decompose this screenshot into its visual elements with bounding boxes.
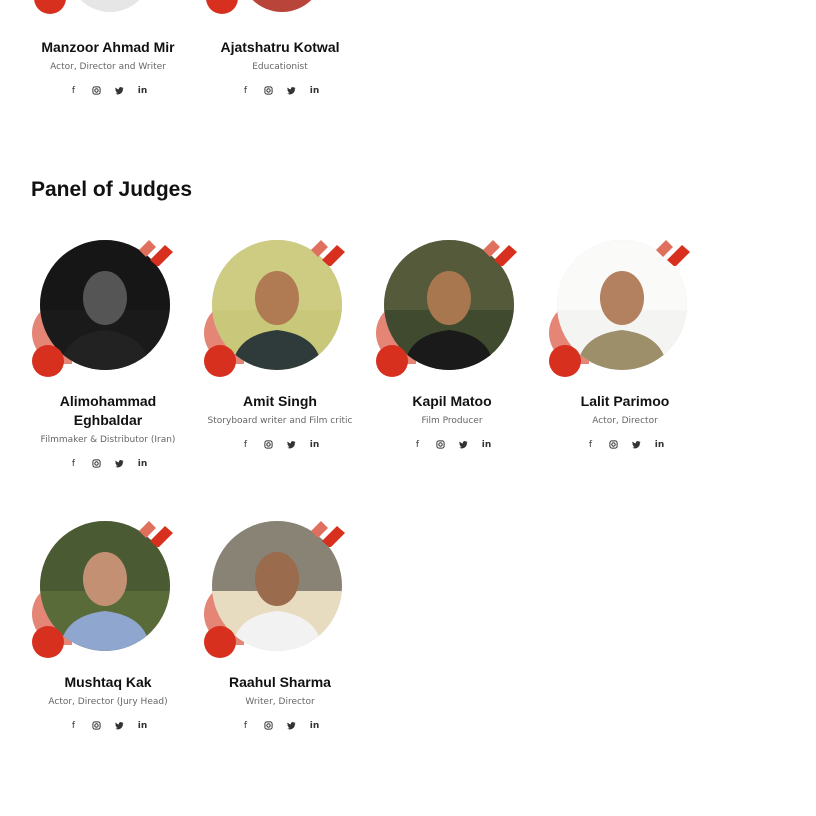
judge-role: Actor, Director <box>592 416 658 426</box>
twitter-icon[interactable] <box>114 85 126 97</box>
judge-photo-frame <box>28 232 188 377</box>
linkedin-icon[interactable]: in <box>481 439 493 451</box>
judge-photo-frame <box>372 232 532 377</box>
accent-chevron-icon <box>311 240 345 266</box>
social-links: f in <box>200 720 360 732</box>
facebook-icon[interactable]: f <box>68 85 80 97</box>
member-role: Actor, Director and Writer <box>50 62 166 72</box>
judge-role: Film Producer <box>421 416 483 426</box>
judge-photo-frame <box>200 513 360 658</box>
instagram-icon[interactable] <box>608 439 620 451</box>
judge-name: Alimohammad Eghbaldar <box>59 393 157 428</box>
linkedin-icon[interactable]: in <box>654 439 666 451</box>
judge-card: Amit Singh Storyboard writer and Film cr… <box>200 232 360 451</box>
instagram-icon[interactable] <box>91 720 103 732</box>
linkedin-icon[interactable]: in <box>309 439 321 451</box>
accent-dot <box>549 345 581 377</box>
team-card: Ajatshatru Kotwal Educationist f in <box>200 0 360 97</box>
accent-chevron-icon <box>139 240 173 266</box>
social-links: f in <box>28 458 188 470</box>
accent-chevron-icon <box>139 521 173 547</box>
accent-chevron-icon <box>311 521 345 547</box>
instagram-icon[interactable] <box>435 439 447 451</box>
judge-name: Lalit Parimoo <box>580 393 670 409</box>
judge-role: Storyboard writer and Film critic <box>207 416 353 426</box>
twitter-icon[interactable] <box>286 720 298 732</box>
facebook-icon[interactable]: f <box>412 439 424 451</box>
instagram-icon[interactable] <box>263 85 275 97</box>
judge-card: Alimohammad Eghbaldar Filmmaker & Distri… <box>28 232 188 470</box>
facebook-icon[interactable]: f <box>240 720 252 732</box>
judge-name: Raahul Sharma <box>229 674 331 690</box>
judge-card: Kapil Matoo Film Producer f in <box>372 232 532 451</box>
social-links: f in <box>372 439 532 451</box>
judge-name: Amit Singh <box>243 393 317 409</box>
instagram-icon[interactable] <box>91 85 103 97</box>
accent-dot <box>32 626 64 658</box>
accent-dot <box>204 626 236 658</box>
judge-role: Actor, Director (Jury Head) <box>48 697 168 707</box>
judge-card: Lalit Parimoo Actor, Director f in <box>545 232 705 451</box>
social-links: f in <box>200 439 360 451</box>
accent-dot <box>34 0 66 14</box>
facebook-icon[interactable]: f <box>68 720 80 732</box>
member-name: Ajatshatru Kotwal <box>220 39 340 55</box>
social-links: f in <box>28 720 188 732</box>
twitter-icon[interactable] <box>458 439 470 451</box>
profile-photo <box>68 0 152 12</box>
judge-photo-frame <box>28 513 188 658</box>
twitter-icon[interactable] <box>114 458 126 470</box>
judge-photo-frame <box>545 232 705 377</box>
linkedin-icon[interactable]: in <box>137 458 149 470</box>
twitter-icon[interactable] <box>631 439 643 451</box>
judge-role: Writer, Director <box>245 697 315 707</box>
accent-dot <box>204 345 236 377</box>
profile-photo <box>240 0 324 12</box>
judge-role: Filmmaker & Distributor (Iran) <box>40 435 176 445</box>
accent-dot <box>376 345 408 377</box>
accent-chevron-icon <box>656 240 690 266</box>
instagram-icon[interactable] <box>263 439 275 451</box>
social-links: f in <box>200 85 360 97</box>
judge-card: Raahul Sharma Writer, Director f in <box>200 513 360 732</box>
facebook-icon[interactable]: f <box>240 85 252 97</box>
facebook-icon[interactable]: f <box>68 458 80 470</box>
judge-name: Mushtaq Kak <box>64 674 152 690</box>
member-name: Manzoor Ahmad Mir <box>41 39 175 55</box>
accent-dot <box>32 345 64 377</box>
team-card: Manzoor Ahmad Mir Actor, Director and Wr… <box>28 0 188 97</box>
twitter-icon[interactable] <box>114 720 126 732</box>
twitter-icon[interactable] <box>286 439 298 451</box>
twitter-icon[interactable] <box>286 85 298 97</box>
accent-chevron-icon <box>483 240 517 266</box>
judge-photo-frame <box>200 232 360 377</box>
judge-card: Mushtaq Kak Actor, Director (Jury Head) … <box>28 513 188 732</box>
instagram-icon[interactable] <box>91 458 103 470</box>
linkedin-icon[interactable]: in <box>137 85 149 97</box>
facebook-icon[interactable]: f <box>240 439 252 451</box>
accent-dot <box>206 0 238 14</box>
social-links: f in <box>28 85 188 97</box>
facebook-icon[interactable]: f <box>585 439 597 451</box>
linkedin-icon[interactable]: in <box>309 85 321 97</box>
section-title: Panel of Judges <box>31 178 193 201</box>
instagram-icon[interactable] <box>263 720 275 732</box>
member-role: Educationist <box>252 62 308 72</box>
judge-name: Kapil Matoo <box>412 393 492 409</box>
linkedin-icon[interactable]: in <box>137 720 149 732</box>
social-links: f in <box>545 439 705 451</box>
linkedin-icon[interactable]: in <box>309 720 321 732</box>
